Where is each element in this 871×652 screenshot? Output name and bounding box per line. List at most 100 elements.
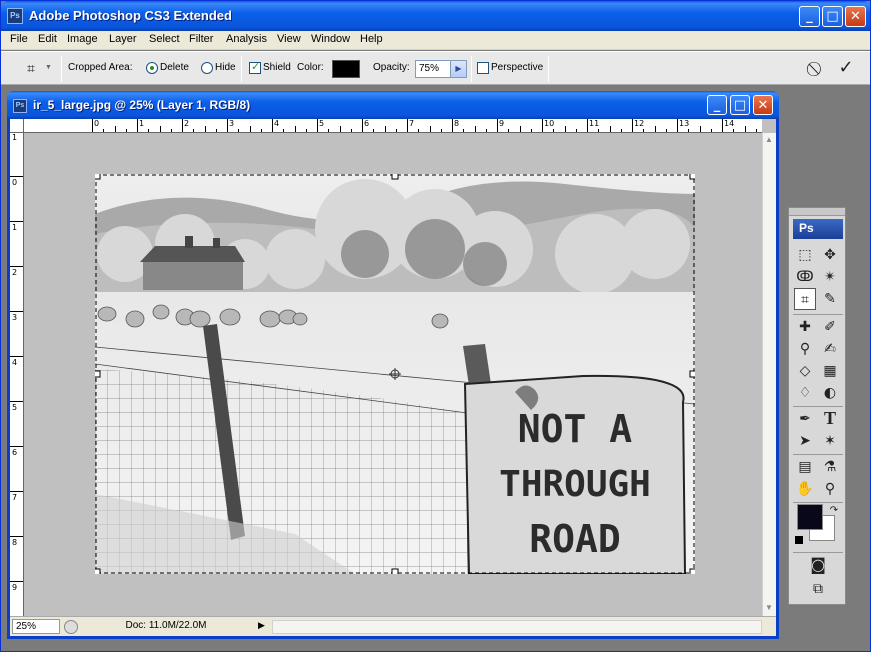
ruler-h-minor-tick: [249, 126, 251, 132]
sign-line-1: NOT A: [518, 407, 633, 451]
tool-preset-arrow-icon[interactable]: ▼: [45, 64, 52, 71]
ruler-h-minor-tick: [294, 126, 296, 132]
cancel-icon[interactable]: ⃠: [806, 58, 828, 80]
move-tool-icon[interactable]: ✥: [819, 244, 841, 266]
opacity-slider-arrow-icon[interactable]: ▶: [450, 60, 467, 78]
doc-maximize-button[interactable]: □: [730, 95, 750, 115]
ruler-h-label: 10: [544, 119, 555, 128]
ps-document-icon[interactable]: Ps: [13, 99, 27, 113]
ruler-h-tick: [497, 119, 498, 132]
ruler-h-minor-tick: [339, 126, 341, 132]
blur-tool-icon[interactable]: ♢: [794, 382, 816, 404]
document-image[interactable]: NOT A THROUGH ROAD: [95, 174, 695, 574]
quick-mask-icon[interactable]: ◙: [807, 554, 829, 576]
ruler-h-minor-tick: [485, 129, 487, 132]
pen-tool-icon[interactable]: ✒: [794, 408, 816, 430]
app-title-bar[interactable]: Ps Adobe Photoshop CS3 Extended _ □ ✕: [1, 1, 870, 31]
ruler-h-minor-tick: [170, 129, 172, 132]
ruler-h-minor-tick: [474, 126, 476, 132]
menu-help[interactable]: Help: [360, 33, 383, 45]
scroll-down-arrow-icon[interactable]: ▼: [765, 603, 773, 612]
slice-tool-icon[interactable]: ✎: [819, 288, 841, 310]
lasso-tool-icon[interactable]: ↂ: [794, 266, 816, 288]
ruler-h-minor-tick: [305, 129, 307, 132]
path-selection-tool-icon[interactable]: ➤: [794, 430, 816, 452]
palette-grip[interactable]: [789, 208, 845, 216]
menu-window[interactable]: Window: [311, 33, 350, 45]
menu-bar: File Edit Image Layer Select Filter Anal…: [1, 31, 870, 50]
ruler-h-minor-tick: [328, 129, 330, 132]
vertical-scrollbar[interactable]: ▲ ▼: [762, 133, 776, 616]
menu-layer[interactable]: Layer: [109, 33, 137, 45]
status-menu-arrow-icon[interactable]: ▶: [258, 620, 265, 631]
document-title-bar[interactable]: Ps ir_5_large.jpg @ 25% (Layer 1, RGB/8)…: [7, 91, 779, 119]
horizontal-scrollbar[interactable]: [272, 620, 762, 634]
marquee-tool-icon[interactable]: ⬚: [794, 244, 816, 266]
ruler-v-tick: [10, 491, 23, 492]
shield-color-swatch[interactable]: [332, 60, 360, 78]
ruler-h-minor-tick: [755, 129, 757, 132]
ruler-h-tick: [182, 119, 183, 132]
foreground-color-swatch[interactable]: [797, 504, 823, 530]
dodge-tool-icon[interactable]: ◐: [819, 382, 841, 404]
status-bar: 25% Doc: 11.0M/22.0M ▶: [10, 616, 776, 636]
shield-checkbox[interactable]: [249, 60, 261, 74]
type-tool-icon[interactable]: T: [819, 408, 841, 430]
commit-check-icon[interactable]: ✓: [835, 57, 857, 79]
menu-select[interactable]: Select: [149, 33, 180, 45]
ps-logo[interactable]: Ps: [793, 219, 843, 239]
menu-file[interactable]: File: [10, 33, 28, 45]
canvas-area[interactable]: NOT A THROUGH ROAD: [25, 134, 762, 616]
eyedropper-tool-icon[interactable]: ⚗: [819, 456, 841, 478]
shield-label[interactable]: Shield: [263, 62, 291, 73]
hide-radio[interactable]: [201, 62, 213, 74]
menu-filter[interactable]: Filter: [189, 33, 213, 45]
ruler-v-tick: [10, 311, 23, 312]
ruler-h-minor-tick: [384, 126, 386, 132]
menu-view[interactable]: View: [277, 33, 301, 45]
perspective-checkbox[interactable]: [477, 62, 489, 74]
delete-radio[interactable]: [146, 62, 158, 74]
ruler-h-tick: [722, 119, 723, 132]
doc-minimize-button[interactable]: _: [707, 95, 727, 115]
brush-tool-icon[interactable]: ✐: [819, 316, 841, 338]
gradient-tool-icon[interactable]: ▦: [819, 360, 841, 382]
ps-app-icon[interactable]: Ps: [7, 8, 23, 24]
ruler-h-minor-tick: [418, 129, 420, 132]
ruler-h-minor-tick: [204, 126, 206, 132]
history-brush-tool-icon[interactable]: ✍: [819, 338, 841, 360]
vertical-ruler[interactable]: 1 0 1 2 3 4 5 6 7 8 9: [10, 133, 24, 616]
document-body: 0 1 2 3 4 5 6 7 8 9 10 11 12 13 14 10123456789: [10, 119, 776, 636]
magic-wand-tool-icon[interactable]: ✴: [819, 266, 841, 288]
menu-image[interactable]: Image: [67, 33, 98, 45]
delete-label[interactable]: Delete: [160, 62, 189, 73]
zoom-tool-icon[interactable]: ⚲: [819, 478, 841, 500]
clone-stamp-tool-icon[interactable]: ⚲: [794, 338, 816, 360]
ruler-origin[interactable]: [10, 119, 24, 133]
notes-tool-icon[interactable]: ▤: [794, 456, 816, 478]
crop-icon[interactable]: ⌗: [21, 58, 41, 80]
zoom-field[interactable]: 25%: [12, 619, 60, 634]
app-title: Adobe Photoshop CS3 Extended: [29, 8, 232, 23]
close-button[interactable]: ✕: [845, 6, 866, 27]
horizontal-ruler[interactable]: 0 1 2 3 4 5 6 7 8 9 10 11 12 13 14: [24, 119, 762, 133]
healing-brush-tool-icon[interactable]: ✚: [794, 316, 816, 338]
doc-close-button[interactable]: ✕: [753, 95, 773, 115]
ruler-h-minor-tick: [665, 129, 667, 132]
menu-edit[interactable]: Edit: [38, 33, 57, 45]
color-label: Color:: [297, 62, 324, 73]
crop-tool-icon[interactable]: ⌗: [794, 288, 816, 310]
maximize-button[interactable]: □: [822, 6, 843, 27]
scroll-up-arrow-icon[interactable]: ▲: [765, 135, 773, 144]
eraser-tool-icon[interactable]: ◇: [794, 360, 816, 382]
shape-tool-icon[interactable]: ✶: [819, 430, 841, 452]
perspective-label[interactable]: Perspective: [491, 62, 543, 73]
minimize-button[interactable]: _: [799, 6, 820, 27]
hide-label[interactable]: Hide: [215, 62, 236, 73]
screen-mode-icon[interactable]: ⧉: [807, 578, 829, 600]
ruler-h-minor-tick: [733, 129, 735, 132]
opacity-input[interactable]: 75%: [415, 60, 455, 78]
hand-tool-icon[interactable]: ✋: [794, 478, 816, 500]
menu-analysis[interactable]: Analysis: [226, 33, 267, 45]
default-colors-icon[interactable]: [795, 536, 803, 544]
